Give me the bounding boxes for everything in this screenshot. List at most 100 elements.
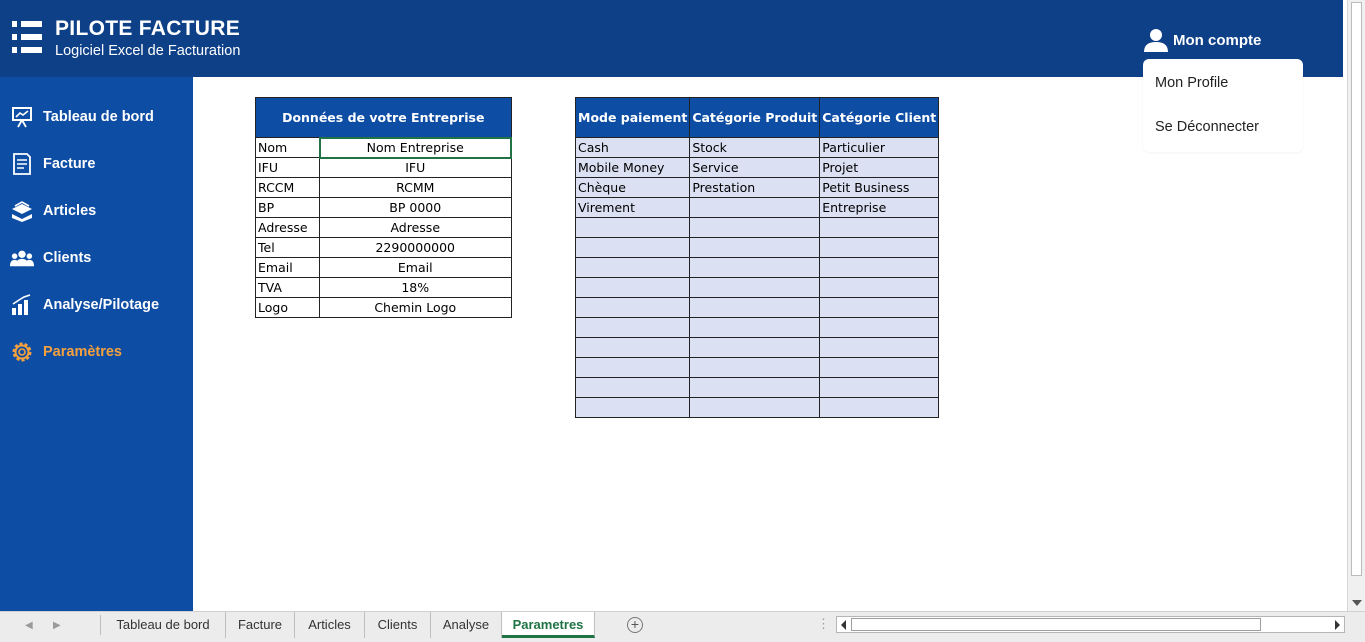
list-cell[interactable] — [819, 377, 940, 398]
list-cell[interactable] — [574, 377, 691, 398]
field-label-cell[interactable]: Tel — [255, 237, 320, 258]
list-cell[interactable] — [819, 317, 940, 338]
list-cell[interactable]: Particulier — [819, 137, 940, 158]
vertical-scrollbar[interactable] — [1347, 0, 1365, 612]
company-table-header: Données de votre Entreprise — [255, 97, 512, 138]
top-header: PILOTE FACTURE Logiciel Excel de Factura… — [0, 0, 1343, 77]
list-cell[interactable] — [689, 337, 821, 358]
field-value-cell[interactable]: IFU — [319, 157, 512, 178]
field-label-cell[interactable]: IFU — [255, 157, 320, 178]
field-label-cell[interactable]: Logo — [255, 297, 320, 318]
app-title: PILOTE FACTURE — [55, 17, 241, 40]
field-label-cell[interactable]: BP — [255, 197, 320, 218]
list-cell[interactable] — [574, 397, 691, 418]
list-cell[interactable] — [819, 337, 940, 358]
scrollbar-thumb[interactable] — [851, 618, 1261, 631]
list-cell[interactable]: Service — [689, 157, 821, 178]
list-cell[interactable] — [574, 317, 691, 338]
sidebar-item-label: Paramètres — [43, 344, 122, 360]
list-cell[interactable] — [689, 397, 821, 418]
table-row: BP BP 0000 — [255, 197, 512, 218]
field-value-cell[interactable]: 18% — [319, 277, 512, 298]
list-cell[interactable] — [689, 297, 821, 318]
sidebar-item-dashboard[interactable]: Tableau de bord — [0, 97, 193, 137]
field-label-cell[interactable]: TVA — [255, 277, 320, 298]
list-cell[interactable] — [574, 237, 691, 258]
list-cell[interactable] — [819, 257, 940, 278]
list-cell[interactable] — [689, 257, 821, 278]
list-cell[interactable] — [689, 217, 821, 238]
list-cell[interactable]: Prestation — [689, 177, 821, 198]
field-value-cell[interactable]: RCMM — [319, 177, 512, 198]
sidebar-item-invoice[interactable]: Facture — [0, 144, 193, 184]
field-label-cell[interactable]: Nom — [255, 137, 320, 158]
list-cell[interactable] — [574, 337, 691, 358]
table-row: Chèque Prestation Petit Business — [574, 177, 940, 198]
scroll-right-arrow-icon[interactable] — [1335, 620, 1340, 630]
field-label-cell[interactable]: Email — [255, 257, 320, 278]
sheet-tab-articles[interactable]: Articles — [295, 612, 365, 638]
list-cell[interactable]: Virement — [574, 197, 691, 218]
field-label-cell[interactable]: RCCM — [255, 177, 320, 198]
field-value-cell[interactable]: 2290000000 — [319, 237, 512, 258]
field-value-cell[interactable]: Chemin Logo — [319, 297, 512, 318]
menu-item-logout[interactable]: Se Déconnecter — [1155, 119, 1259, 135]
field-value-cell[interactable]: Email — [319, 257, 512, 278]
gear-icon — [10, 340, 34, 364]
field-label-cell[interactable]: Adresse — [255, 217, 320, 238]
sheet-tab-dashboard[interactable]: Tableau de bord — [101, 612, 226, 638]
list-cell[interactable] — [819, 297, 940, 318]
sidebar-item-label: Articles — [43, 203, 97, 219]
list-cell[interactable]: Petit Business — [819, 177, 940, 198]
list-cell[interactable] — [574, 277, 691, 298]
list-cell[interactable] — [819, 217, 940, 238]
list-cell[interactable] — [574, 357, 691, 378]
list-cell[interactable] — [819, 277, 940, 298]
table-row: Logo Chemin Logo — [255, 297, 512, 318]
list-cell[interactable]: Mobile Money — [574, 157, 691, 178]
list-cell[interactable] — [574, 217, 691, 238]
sidebar-item-label: Tableau de bord — [43, 109, 154, 125]
sidebar-item-settings[interactable]: Paramètres — [0, 332, 193, 372]
list-cell[interactable] — [689, 197, 821, 218]
scroll-down-arrow-icon[interactable] — [1352, 600, 1362, 606]
list-cell[interactable]: Projet — [819, 157, 940, 178]
list-cell[interactable]: Entreprise — [819, 197, 940, 218]
table-row — [574, 397, 940, 418]
scroll-left-arrow-icon[interactable] — [841, 620, 846, 630]
list-cell[interactable]: Stock — [689, 137, 821, 158]
list-cell[interactable] — [689, 357, 821, 378]
list-cell[interactable] — [689, 277, 821, 298]
sheet-tab-invoice[interactable]: Facture — [226, 612, 295, 638]
list-cell[interactable]: Chèque — [574, 177, 691, 198]
list-cell[interactable] — [689, 317, 821, 338]
field-value-cell[interactable]: Adresse — [319, 217, 512, 238]
field-value-cell[interactable]: BP 0000 — [319, 197, 512, 218]
list-cell[interactable] — [689, 237, 821, 258]
field-value-cell[interactable]: Nom Entreprise — [318, 136, 512, 159]
table-row — [574, 257, 940, 278]
sidebar-item-clients[interactable]: Clients — [0, 238, 193, 278]
sheet-tab-analysis[interactable]: Analyse — [431, 612, 502, 638]
account-button[interactable]: Mon compte — [1143, 27, 1261, 53]
add-sheet-icon[interactable]: + — [627, 617, 643, 633]
list-cell[interactable] — [689, 377, 821, 398]
list-cell[interactable] — [819, 357, 940, 378]
sidebar-item-analysis[interactable]: Analyse/Pilotage — [0, 285, 193, 325]
list-cell[interactable]: Cash — [574, 137, 691, 158]
list-cell[interactable] — [574, 257, 691, 278]
tab-scroll-left-icon[interactable]: ◀ — [25, 620, 33, 631]
sheet-tab-clients[interactable]: Clients — [365, 612, 431, 638]
more-dots-icon: ⋮ — [817, 616, 830, 631]
sheet-tab-settings[interactable]: Parametres — [502, 612, 595, 638]
tab-scroll-right-icon[interactable]: ▶ — [53, 620, 61, 631]
scrollbar-thumb[interactable] — [1351, 2, 1362, 576]
menu-item-profile[interactable]: Mon Profile — [1155, 75, 1228, 91]
sidebar-item-articles[interactable]: Articles — [0, 191, 193, 231]
list-cell[interactable] — [819, 397, 940, 418]
horizontal-scrollbar[interactable] — [836, 616, 1345, 633]
list-cell[interactable] — [574, 297, 691, 318]
table-row — [574, 217, 940, 238]
list-cell[interactable] — [819, 237, 940, 258]
users-icon — [10, 246, 34, 270]
